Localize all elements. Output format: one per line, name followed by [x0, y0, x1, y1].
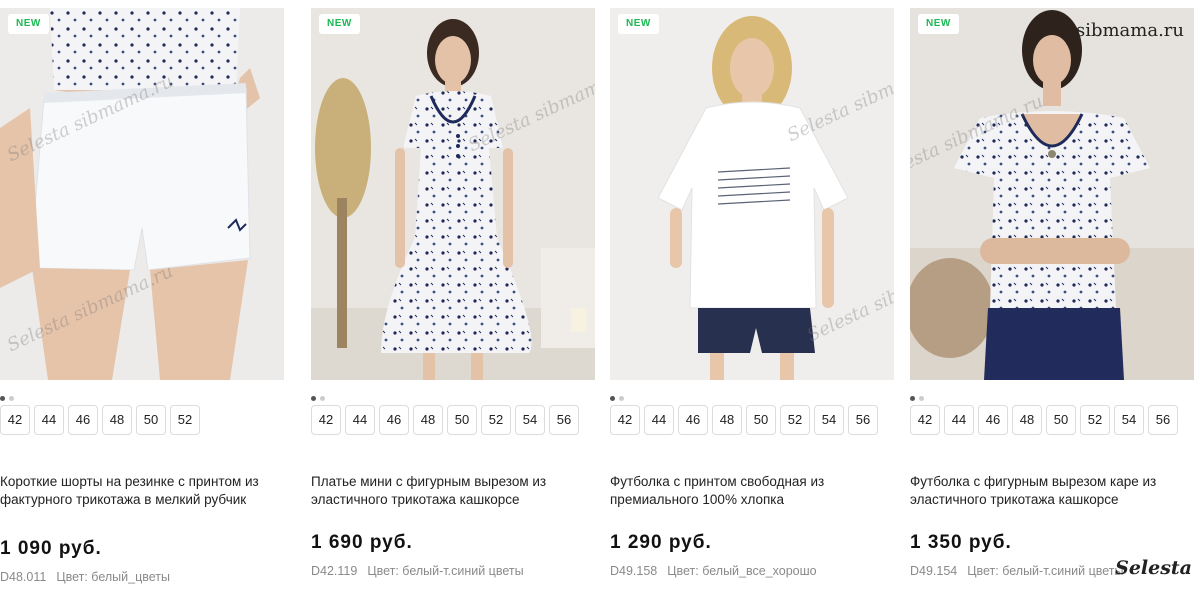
size-selector: 42 44 46 48 50 52 54 56 [311, 405, 579, 435]
size-option[interactable]: 52 [780, 405, 810, 435]
size-option[interactable]: 54 [1114, 405, 1144, 435]
size-option[interactable]: 54 [515, 405, 545, 435]
pagination-dot-active[interactable] [910, 396, 915, 401]
product-photo-dress[interactable]: NEW Selesta sibmama.ru [311, 8, 595, 380]
size-option[interactable]: 42 [0, 405, 30, 435]
size-option[interactable]: 50 [447, 405, 477, 435]
size-option[interactable]: 48 [1012, 405, 1042, 435]
product-color: Цвет: белый_все_хорошо [667, 564, 817, 578]
size-option[interactable]: 50 [746, 405, 776, 435]
site-watermark: sibmama.ru [1075, 20, 1184, 41]
size-option[interactable]: 52 [170, 405, 200, 435]
product-code: D49.158 [610, 564, 658, 578]
pagination-dot[interactable] [919, 396, 924, 401]
size-option[interactable]: 46 [678, 405, 708, 435]
product-code: D49.154 [910, 564, 958, 578]
new-badge: NEW [918, 14, 959, 34]
size-option[interactable]: 44 [944, 405, 974, 435]
image-pagination [311, 388, 329, 401]
product-code: D48.011 [0, 570, 47, 584]
product-meta: D42.119 Цвет: белый-т.синий цветы [311, 564, 524, 578]
size-option[interactable]: 42 [910, 405, 940, 435]
size-option[interactable]: 50 [136, 405, 166, 435]
size-option[interactable]: 46 [68, 405, 98, 435]
new-badge: NEW [8, 14, 49, 34]
product-card[interactable]: NEW Selesta sibmama.ru Selesta sibmama.r… [610, 8, 894, 593]
pagination-dot-active[interactable] [610, 396, 615, 401]
size-option[interactable]: 48 [102, 405, 132, 435]
pagination-dot-active[interactable] [311, 396, 316, 401]
product-code: D42.119 [311, 564, 358, 578]
product-title[interactable]: Футболка с фигурным вырезом каре из элас… [910, 473, 1194, 509]
product-photo-top[interactable]: NEW Selesta sibmama.ru [910, 8, 1194, 380]
size-option[interactable]: 46 [978, 405, 1008, 435]
product-title[interactable]: Футболка с принтом свободная из премиаль… [610, 473, 894, 509]
product-photo-tshirt[interactable]: NEW Selesta sibmama.ru Selesta sibmama.r… [610, 8, 894, 380]
product-color: Цвет: белый-т.синий цветы [967, 564, 1124, 578]
size-option[interactable]: 44 [34, 405, 64, 435]
product-price: 1 690 руб. [311, 532, 413, 553]
product-meta: D49.158 Цвет: белый_все_хорошо [610, 564, 817, 578]
pagination-dot[interactable] [320, 396, 325, 401]
size-option[interactable]: 52 [481, 405, 511, 435]
dress-photo-icon [311, 8, 595, 380]
pagination-dot[interactable] [9, 396, 14, 401]
new-badge: NEW [319, 14, 360, 34]
shorts-photo-icon [0, 8, 284, 380]
product-title[interactable]: Короткие шорты на резинке с принтом из ф… [0, 473, 284, 509]
image-pagination [610, 388, 628, 401]
pagination-dot[interactable] [619, 396, 624, 401]
product-card[interactable]: NEW Selesta sibmama.ru Selesta sibmama.r… [0, 8, 284, 593]
size-selector: 42 44 46 48 50 52 54 56 [610, 405, 878, 435]
size-option[interactable]: 54 [814, 405, 844, 435]
product-price: 1 350 руб. [910, 532, 1012, 553]
size-option[interactable]: 56 [1148, 405, 1178, 435]
size-option[interactable]: 44 [644, 405, 674, 435]
new-badge: NEW [618, 14, 659, 34]
product-price: 1 290 руб. [610, 532, 712, 553]
product-price: 1 090 руб. [0, 538, 102, 559]
size-selector: 42 44 46 48 50 52 [0, 405, 200, 435]
image-pagination [0, 388, 18, 401]
size-selector: 42 44 46 48 50 52 54 56 [910, 405, 1178, 435]
size-option[interactable]: 42 [610, 405, 640, 435]
product-color: Цвет: белый_цветы [56, 570, 170, 584]
product-meta: D48.011 Цвет: белый_цветы [0, 570, 170, 584]
product-meta: D49.154 Цвет: белый-т.синий цветы [910, 564, 1124, 578]
size-option[interactable]: 48 [712, 405, 742, 435]
size-option[interactable]: 48 [413, 405, 443, 435]
product-photo-shorts[interactable]: NEW Selesta sibmama.ru Selesta sibmama.r… [0, 8, 284, 380]
product-card[interactable]: NEW Selesta sibmama.ru 42 44 46 48 50 52… [311, 8, 595, 593]
brand-watermark: Selesta [1115, 557, 1192, 579]
size-option[interactable]: 42 [311, 405, 341, 435]
tshirt-photo-icon [610, 8, 894, 380]
size-option[interactable]: 56 [848, 405, 878, 435]
pagination-dot-active[interactable] [0, 396, 5, 401]
product-title[interactable]: Платье мини с фигурным вырезом из эласти… [311, 473, 595, 509]
size-option[interactable]: 50 [1046, 405, 1076, 435]
size-option[interactable]: 46 [379, 405, 409, 435]
size-option[interactable]: 56 [549, 405, 579, 435]
top-photo-icon [910, 8, 1194, 380]
image-pagination [910, 388, 928, 401]
size-option[interactable]: 44 [345, 405, 375, 435]
product-card[interactable]: NEW Selesta sibmama.ru 42 44 46 48 50 52… [910, 8, 1194, 593]
product-color: Цвет: белый-т.синий цветы [367, 564, 524, 578]
size-option[interactable]: 52 [1080, 405, 1110, 435]
